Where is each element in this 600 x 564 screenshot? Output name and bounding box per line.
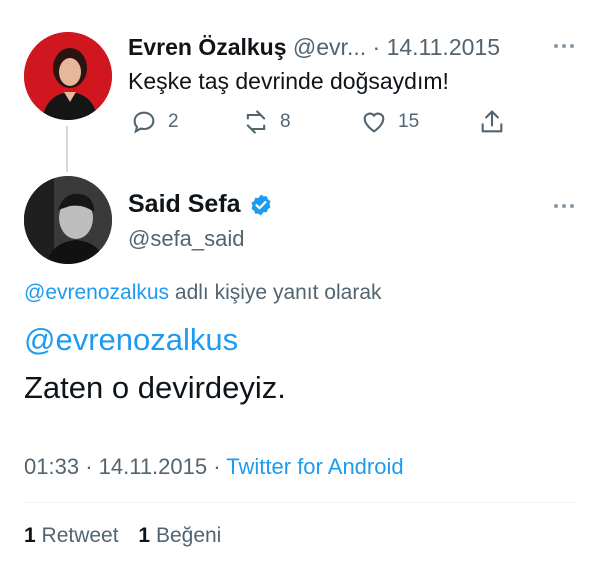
tweet-time[interactable]: 01:33	[24, 454, 79, 479]
tweet-text: Zaten o devirdeyiz.	[24, 370, 286, 405]
reply-to-link[interactable]: @evrenozalkus	[24, 281, 169, 304]
engagement-stats: 1 Retweet 1 Beğeni	[24, 524, 221, 548]
share-icon	[481, 110, 503, 133]
author-handle[interactable]: @sefa_said	[128, 226, 245, 252]
more-dot	[562, 204, 566, 208]
author-avatar[interactable]	[24, 176, 112, 264]
retweet-count: 8	[280, 111, 291, 132]
heart-icon	[363, 112, 385, 133]
more-dot	[570, 44, 574, 48]
tweet-meta: 01:33 · 14.11.2015 · Twitter for Android	[24, 454, 404, 480]
author-name-row: Said Sefa	[128, 190, 273, 219]
like-count: 15	[398, 111, 420, 132]
reply-button[interactable]: 2	[130, 108, 179, 136]
person-photo-icon	[24, 176, 112, 264]
reply-count: 2	[168, 111, 179, 132]
thread-connector	[66, 126, 68, 172]
verified-badge-icon	[251, 194, 271, 215]
tweet-date[interactable]: 14.11.2015	[99, 454, 207, 479]
retweet-stat-count: 1	[24, 524, 36, 547]
parent-avatar[interactable]	[24, 32, 112, 120]
divider	[24, 502, 576, 503]
parent-tweet-text: Keşke taş devrinde doğsaydım!	[128, 68, 449, 94]
reply-context: @evrenozalkus adlı kişiye yanıt olarak	[24, 281, 382, 305]
tweet-source-link[interactable]: Twitter for Android	[226, 454, 403, 479]
parent-more-button[interactable]	[554, 44, 574, 48]
more-dot	[562, 44, 566, 48]
parent-handle[interactable]: @evr...	[293, 34, 366, 60]
like-stat-label: Beğeni	[155, 524, 222, 547]
like-stat-count: 1	[138, 524, 151, 547]
parent-tweet-header: Evren Özalkuş @evr... · 14.11.2015	[128, 34, 500, 61]
meta-separator: ·	[213, 454, 221, 479]
reply-to-suffix: adlı kişiye yanıt olarak	[174, 281, 382, 304]
retweet-stat[interactable]: 1 Retweet	[24, 524, 124, 547]
header-separator: ·	[372, 34, 381, 60]
tweet-more-button[interactable]	[554, 204, 574, 208]
parent-date[interactable]: 14.11.2015	[387, 34, 500, 60]
more-dot	[554, 204, 558, 208]
meta-separator: ·	[85, 454, 93, 479]
share-button[interactable]	[478, 108, 506, 136]
more-dot	[570, 204, 574, 208]
parent-author-name[interactable]: Evren Özalkuş	[128, 34, 287, 60]
reply-icon	[133, 111, 155, 134]
author-name[interactable]: Said Sefa	[128, 190, 241, 219]
like-stat[interactable]: 1 Beğeni	[138, 524, 221, 547]
like-button[interactable]: 15	[360, 108, 419, 136]
retweet-icon	[246, 110, 266, 134]
more-dot	[554, 44, 558, 48]
retweet-button[interactable]: 8	[242, 108, 291, 136]
retweet-stat-label: Retweet	[41, 524, 119, 547]
person-photo-icon	[24, 32, 112, 120]
mention-link[interactable]: @evrenozalkus	[24, 322, 238, 358]
